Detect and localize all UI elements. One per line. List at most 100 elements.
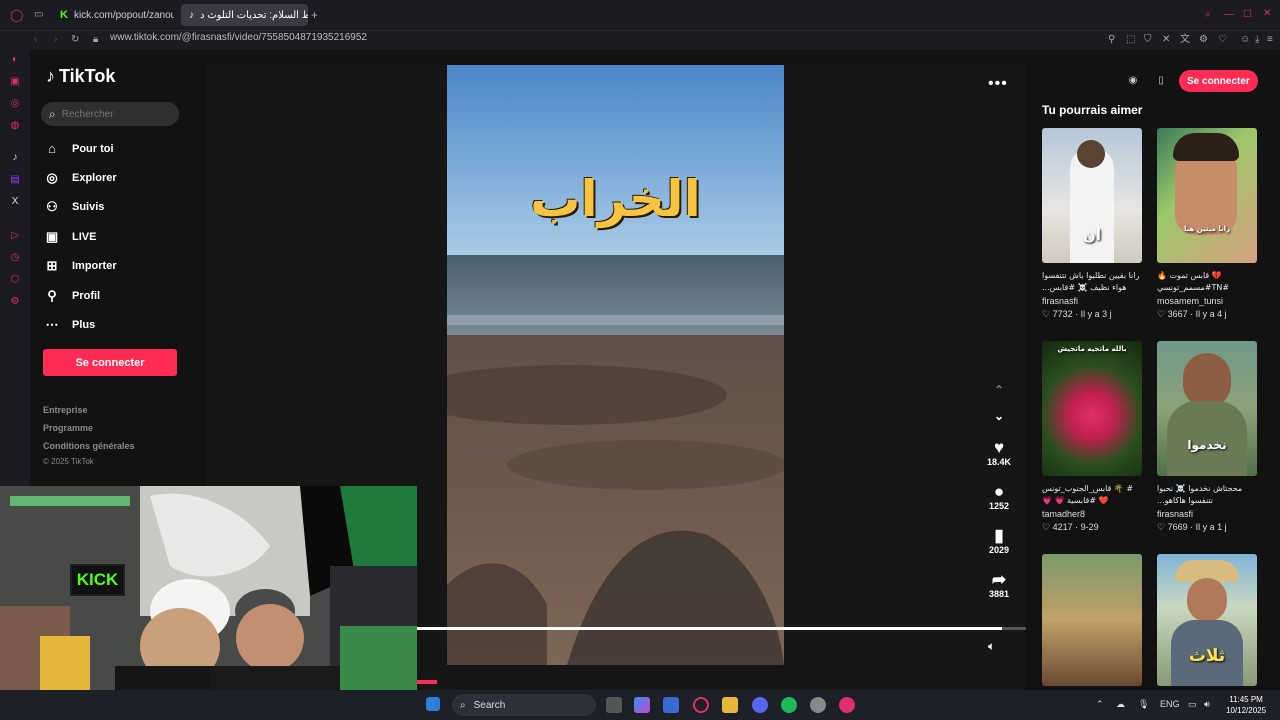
- footer-link-programme[interactable]: Programme: [43, 423, 93, 433]
- nav-importer[interactable]: ⊞ Importer: [44, 256, 117, 276]
- language-indicator[interactable]: ENG: [1160, 699, 1180, 709]
- tiktok-side-icon[interactable]: ♪: [9, 152, 21, 164]
- aria-icon[interactable]: ◐: [9, 54, 21, 66]
- video-progress-bar[interactable]: [417, 627, 1026, 630]
- nav-label: LIVE: [72, 231, 97, 243]
- nav-suivis[interactable]: ⚇ Suivis: [44, 197, 104, 217]
- url-field[interactable]: www.tiktok.com/@firasnasfi/video/7558504…: [110, 32, 367, 43]
- footer-link-entreprise[interactable]: Entreprise: [43, 405, 88, 415]
- video-player[interactable]: الخراب: [447, 65, 784, 665]
- microphone-icon[interactable]: 🎙︎: [1138, 699, 1149, 710]
- x-icon[interactable]: X: [9, 196, 21, 208]
- pin-icon[interactable]: ⚲: [1108, 33, 1115, 47]
- video-thumbnail: [1042, 554, 1142, 686]
- header-login-button[interactable]: Se connecter: [1179, 70, 1258, 92]
- suggested-video-card[interactable]: رانا ميتين هنا 💔 قابس تموت 🔥#TN#مسمم_تون…: [1157, 128, 1257, 320]
- comment-button[interactable]: ● 1252: [976, 483, 1022, 512]
- store-icon[interactable]: [663, 697, 679, 713]
- save-button[interactable]: ▮ 2029: [976, 527, 1022, 556]
- whatsapp-icon[interactable]: ◍: [9, 120, 21, 132]
- extensions-icon[interactable]: ⬡: [9, 274, 21, 286]
- opera-taskbar-icon[interactable]: [693, 697, 709, 713]
- history-icon[interactable]: ◷: [9, 252, 21, 264]
- card-username[interactable]: firasnasfi: [1042, 296, 1142, 306]
- settings-icon[interactable]: ⚙: [9, 296, 21, 308]
- task-view-icon[interactable]: [606, 697, 622, 713]
- close-icon[interactable]: ✕: [1263, 7, 1271, 21]
- device-icon[interactable]: ▯: [1151, 71, 1171, 91]
- prev-video-icon[interactable]: ⌃: [976, 383, 1022, 397]
- share-button[interactable]: ➦ 3881: [976, 571, 1022, 600]
- nav-explorer[interactable]: ◎ Explorer: [44, 168, 116, 188]
- new-tab-icon[interactable]: +: [311, 8, 318, 22]
- like-button[interactable]: ♥ 18.4K: [976, 439, 1022, 468]
- back-icon[interactable]: ‹: [34, 33, 37, 47]
- suggested-video-card[interactable]: بالله ماتجيه ماتجيش # 🌴 قابس_الجنوب_تونس…: [1042, 341, 1142, 533]
- vpn-icon[interactable]: ✕: [1162, 33, 1170, 47]
- card-username[interactable]: tamadher8: [1042, 509, 1142, 519]
- taskbar-search[interactable]: ⌕ Search: [452, 694, 596, 716]
- app-icon[interactable]: [839, 697, 855, 713]
- minimize-icon[interactable]: —: [1224, 8, 1234, 22]
- tab-tiktok[interactable]: ♪ شط السلام: تحديات التلوث د: [181, 4, 308, 26]
- thumb-head: [1183, 353, 1231, 408]
- nav-profil[interactable]: ⚲ Profil: [44, 286, 100, 306]
- reload-icon[interactable]: ↻: [71, 33, 79, 47]
- file-explorer-icon[interactable]: [722, 697, 738, 713]
- download-icon[interactable]: ⤓: [1255, 33, 1259, 47]
- nav-label: Profil: [72, 290, 101, 302]
- maximize-icon[interactable]: ☐: [1243, 8, 1252, 22]
- nav-plus[interactable]: ⋯ Plus: [44, 315, 96, 335]
- suggested-video-card[interactable]: [1042, 554, 1142, 686]
- opera-logo-icon[interactable]: ◯: [10, 8, 23, 22]
- tiktok-note-icon: ♪: [46, 66, 55, 86]
- tiktok-logo[interactable]: ♪ TikTok: [46, 66, 115, 87]
- comment-count: 1252: [988, 501, 1010, 511]
- sidebar-login-button[interactable]: Se connecter: [43, 349, 177, 376]
- heart-outline-icon: ♡: [1042, 522, 1051, 532]
- tab-kick[interactable]: K kick.com/popout/zanoun: [52, 4, 174, 26]
- search-box[interactable]: ⌕: [41, 102, 179, 126]
- spotify-icon[interactable]: [781, 697, 797, 713]
- forward-icon[interactable]: ›: [54, 33, 57, 47]
- video-more-button[interactable]: •••: [988, 75, 1008, 93]
- easy-setup-icon[interactable]: ⚙: [1199, 33, 1208, 47]
- upload-icon: ⊞: [46, 258, 58, 273]
- volume-icon[interactable]: 🔈︎: [988, 639, 995, 654]
- heart-icon[interactable]: ♡: [1218, 33, 1227, 47]
- messenger-icon[interactable]: ◎: [9, 98, 21, 110]
- nav-live[interactable]: ▣ LIVE: [44, 227, 97, 247]
- menu-icon[interactable]: ≡: [1267, 33, 1273, 47]
- adblock-icon[interactable]: ⛉: [1144, 33, 1152, 47]
- search-input[interactable]: [61, 108, 162, 120]
- next-video-icon[interactable]: ⌄: [976, 409, 1022, 423]
- network-icon[interactable]: ▭: [1188, 699, 1197, 710]
- profile-icon[interactable]: ☺: [1240, 33, 1250, 47]
- clock-time: 11:45 PM: [1229, 695, 1263, 704]
- player-icon[interactable]: ▷: [9, 230, 21, 242]
- discord-icon[interactable]: [752, 697, 768, 713]
- copilot-icon[interactable]: [634, 697, 650, 713]
- crypto-wallet-icon[interactable]: ▣: [9, 76, 21, 88]
- obs-icon[interactable]: [810, 697, 826, 713]
- following-icon: ⚇: [46, 199, 58, 214]
- tray-chevron-icon[interactable]: ⌃: [1096, 699, 1104, 710]
- card-username[interactable]: firasnasfi: [1157, 509, 1257, 519]
- twitch-icon[interactable]: ▤: [9, 174, 21, 186]
- volume-tray-icon[interactable]: 🔊︎: [1204, 699, 1210, 710]
- windows-start-icon[interactable]: [426, 697, 440, 711]
- snapshot-icon[interactable]: ⬚: [1126, 33, 1135, 47]
- tab-menu-icon[interactable]: ▭: [34, 8, 43, 22]
- card-username[interactable]: mosamem_tunsi: [1157, 296, 1257, 306]
- coin-icon[interactable]: ◉: [1123, 71, 1143, 91]
- cloud-icon[interactable]: ☁: [1116, 699, 1125, 710]
- footer-link-conditions[interactable]: Conditions générales: [43, 441, 135, 451]
- search-tabs-icon[interactable]: ⌕: [1205, 8, 1211, 22]
- save-count: 2029: [988, 545, 1010, 555]
- translate-icon[interactable]: 文: [1180, 33, 1190, 47]
- suggested-video-card[interactable]: ثلاث: [1157, 554, 1257, 686]
- suggested-video-card[interactable]: نخدموا محجتاش نخدموا ☠️ نحبوا نتنفسوا ها…: [1157, 341, 1257, 533]
- clock[interactable]: 11:45 PM 10/12/2025: [1226, 694, 1266, 716]
- nav-pour-toi[interactable]: ⌂ Pour toi: [44, 139, 114, 159]
- suggested-video-card[interactable]: ان رانا بقيين نطلبوا باش نتنفسوا هواء نظ…: [1042, 128, 1142, 320]
